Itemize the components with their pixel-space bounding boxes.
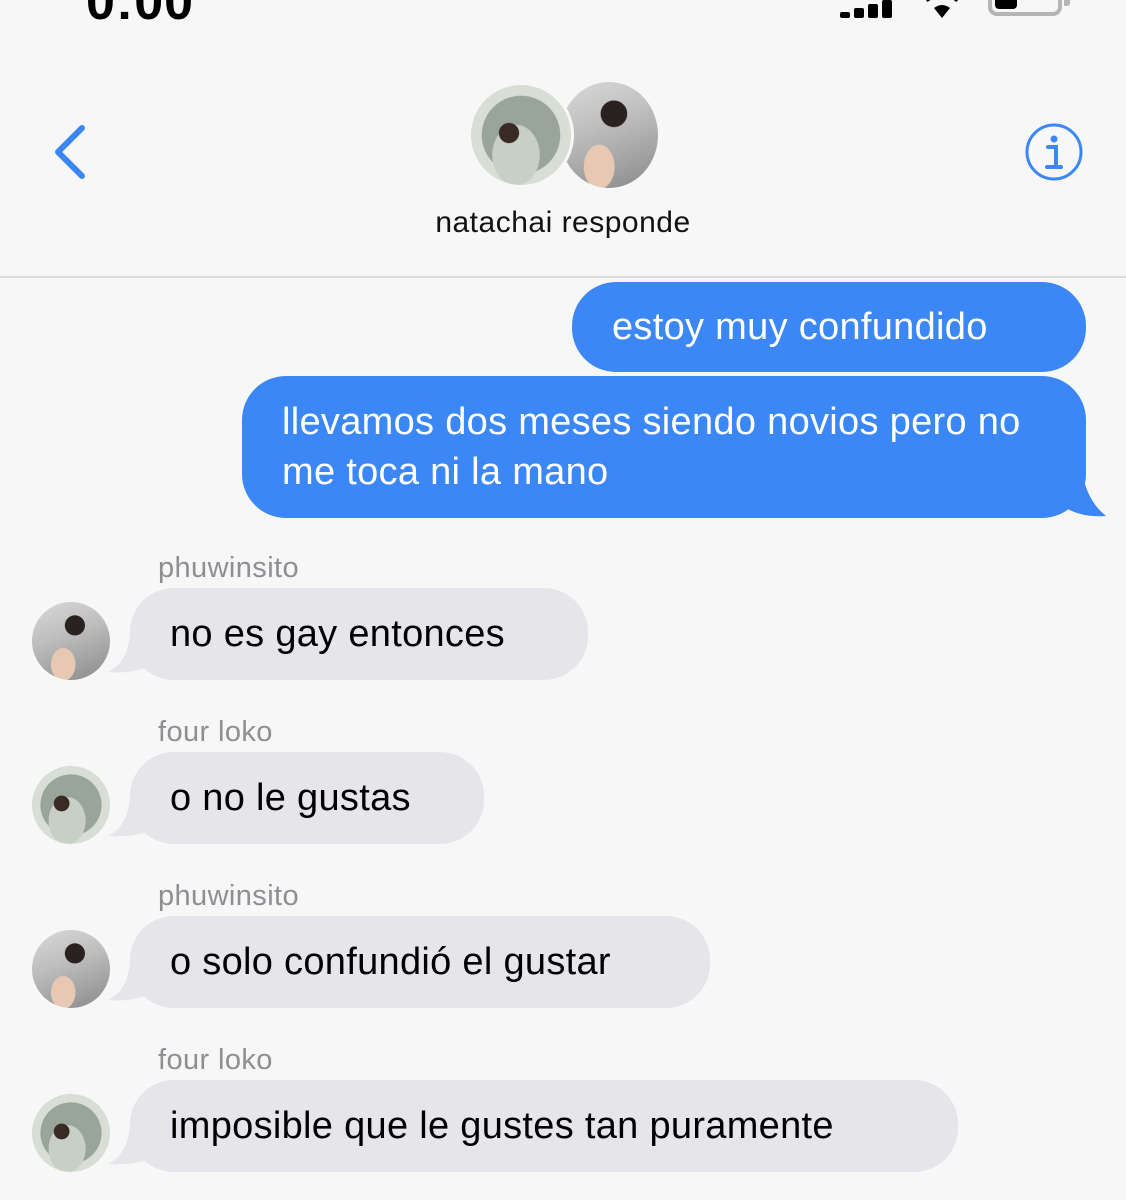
incoming-message[interactable]: imposible que le gustes tan puramente: [130, 1080, 958, 1172]
outgoing-message[interactable]: estoy muy confundido: [572, 282, 1086, 372]
status-time: 0:00: [86, 0, 195, 31]
conversation-title[interactable]: natachai responde: [0, 206, 1126, 240]
avatar[interactable]: [32, 766, 110, 844]
group-avatars[interactable]: [468, 82, 668, 192]
avatar: [468, 82, 574, 188]
bubble-tail: [1060, 470, 1106, 517]
conversation-header: natachai responde: [0, 40, 1126, 278]
battery-icon: [988, 0, 1070, 16]
outgoing-message[interactable]: llevamos dos meses siendo novios pero no…: [242, 376, 1086, 518]
avatar[interactable]: [32, 602, 110, 680]
incoming-message[interactable]: o solo confundió el gustar: [130, 916, 710, 1008]
info-icon[interactable]: [1024, 122, 1084, 182]
wifi-icon: [926, 0, 958, 18]
sender-name: four loko: [158, 1044, 273, 1076]
avatar[interactable]: [32, 930, 110, 1008]
chevron-left-icon[interactable]: [48, 120, 92, 184]
incoming-message[interactable]: no es gay entonces: [130, 588, 588, 680]
avatar: [560, 82, 658, 188]
status-bar: 0:00: [0, 0, 1126, 40]
sender-name: phuwinsito: [158, 880, 300, 912]
incoming-message[interactable]: o no le gustas: [130, 752, 484, 844]
sender-name: four loko: [158, 716, 273, 748]
avatar[interactable]: [32, 1094, 110, 1172]
cellular-signal-icon: [840, 0, 896, 18]
sender-name: phuwinsito: [158, 552, 300, 584]
